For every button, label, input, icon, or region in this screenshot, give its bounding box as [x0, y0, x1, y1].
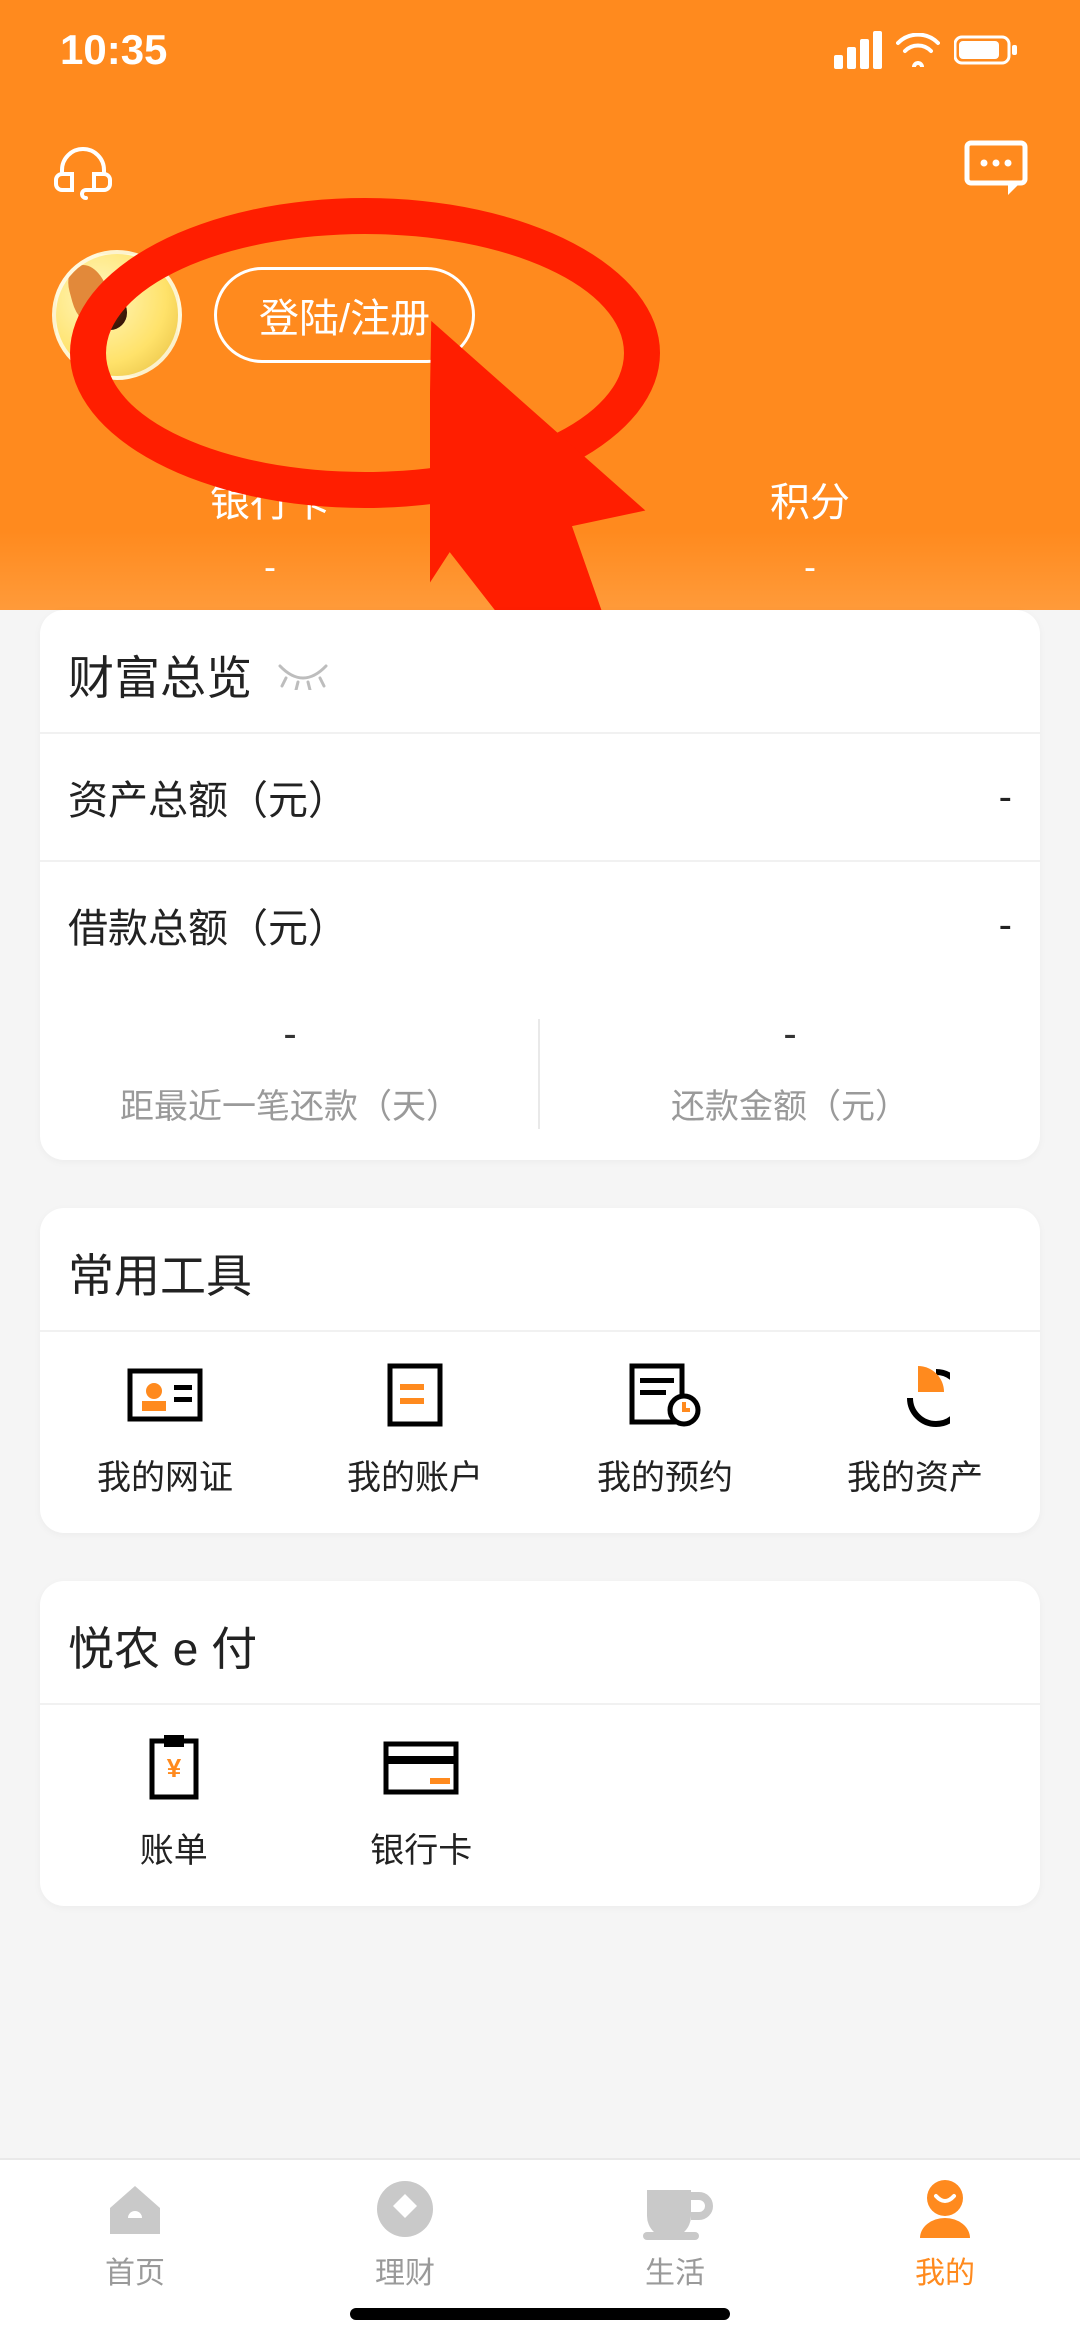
bill-icon: ¥ [134, 1733, 214, 1803]
wealth-row-loans[interactable]: 借款总额（元） - [40, 860, 1040, 988]
wealth-row-assets[interactable]: 资产总额（元） - [40, 732, 1040, 860]
tool-label: 我的预约 [597, 1450, 733, 1499]
cup-icon [637, 2176, 713, 2242]
status-indicators [834, 31, 1020, 69]
row-label: 资产总额（元） [68, 768, 348, 826]
login-register-button[interactable]: 登陆/注册 [214, 267, 475, 363]
wealth-repay-amount[interactable]: - 还款金额（元） [540, 988, 1040, 1160]
coin-icon [372, 2176, 438, 2242]
nav-label: 首页 [105, 2248, 165, 2292]
content: 财富总览 资产总额（元） - 借款总额（元） - - 距最近一笔还款（天） - … [0, 610, 1080, 2170]
card-title: 财富总览 [68, 642, 252, 708]
signal-icon [834, 31, 882, 69]
stat-points[interactable]: 积分 - [540, 470, 1080, 588]
stat-value: - [540, 546, 1080, 588]
tools-card: 常用工具 我的网证 我的账户 [40, 1208, 1040, 1533]
split-value: - [40, 1012, 540, 1057]
split-caption: 还款金额（元） [540, 1079, 1040, 1128]
stat-value: - [0, 546, 540, 588]
tool-my-id[interactable]: 我的网证 [40, 1360, 290, 1499]
tool-label: 我的网证 [97, 1450, 233, 1499]
header: 10:35 登陆/注册 银行卡 - 积分 - [0, 0, 1080, 664]
pay-bill[interactable]: ¥ 账单 [50, 1733, 298, 1872]
nav-label: 生活 [645, 2248, 705, 2292]
pay-label: 银行卡 [370, 1823, 472, 1872]
row-label: 借款总额（元） [68, 896, 348, 954]
pay-label: 账单 [140, 1823, 208, 1872]
document-icon [375, 1360, 455, 1430]
tool-label: 我的资产 [847, 1450, 983, 1499]
home-icon [100, 2176, 170, 2242]
avatar[interactable] [52, 250, 182, 380]
pie-chart-icon [875, 1360, 955, 1430]
user-icon [912, 2176, 978, 2242]
nav-label: 理财 [375, 2248, 435, 2292]
pay-card: 悦农 e 付 ¥ 账单 银行卡 [40, 1581, 1040, 1906]
eye-closed-icon[interactable] [276, 660, 330, 690]
card-title: 悦农 e 付 [68, 1613, 257, 1679]
id-card-icon [125, 1360, 205, 1430]
wealth-days-to-repay[interactable]: - 距最近一笔还款（天） [40, 988, 540, 1160]
wealth-overview-card: 财富总览 资产总额（元） - 借款总额（元） - - 距最近一笔还款（天） - … [40, 610, 1040, 1160]
split-caption: 距最近一笔还款（天） [40, 1079, 540, 1128]
tool-label: 我的账户 [347, 1450, 483, 1499]
battery-icon [954, 34, 1020, 66]
nav-mine[interactable]: 我的 [810, 2176, 1080, 2338]
status-time: 10:35 [60, 26, 167, 74]
wifi-icon [896, 33, 940, 67]
tool-my-assets[interactable]: 我的资产 [790, 1360, 1040, 1499]
row-value: - [999, 903, 1012, 948]
calendar-clock-icon [625, 1360, 705, 1430]
chat-icon[interactable] [964, 140, 1028, 198]
split-value: - [540, 1012, 1040, 1057]
row-value: - [999, 775, 1012, 820]
tool-my-appointment[interactable]: 我的预约 [540, 1360, 790, 1499]
stat-bank-card[interactable]: 银行卡 - [0, 470, 540, 588]
stat-label: 银行卡 [0, 470, 540, 528]
status-bar: 10:35 [0, 0, 1080, 100]
bank-card-icon [381, 1733, 461, 1803]
pay-bank-card[interactable]: 银行卡 [298, 1733, 546, 1872]
svg-text:¥: ¥ [167, 1753, 182, 1783]
home-indicator[interactable] [350, 2308, 730, 2320]
nav-label: 我的 [915, 2248, 975, 2292]
tool-my-account[interactable]: 我的账户 [290, 1360, 540, 1499]
stat-label: 积分 [540, 470, 1080, 528]
headset-icon[interactable] [52, 140, 114, 202]
card-title: 常用工具 [68, 1240, 252, 1306]
nav-home[interactable]: 首页 [0, 2176, 270, 2338]
